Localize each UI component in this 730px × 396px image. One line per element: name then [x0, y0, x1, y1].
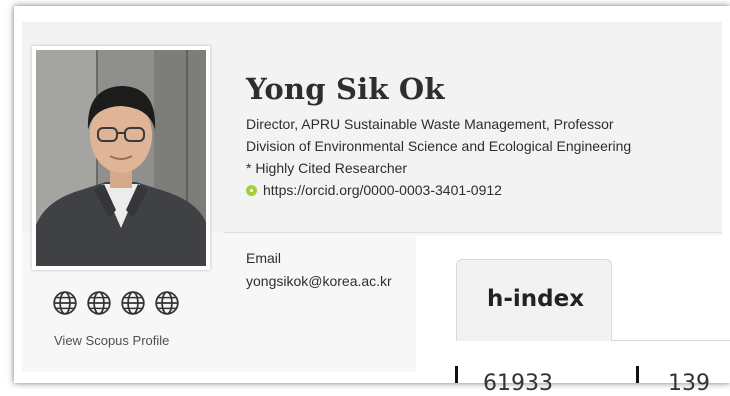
globe-icon[interactable]: [154, 290, 180, 316]
globe-icon[interactable]: [52, 290, 78, 316]
tab-underline: [612, 340, 730, 341]
profile-links: [52, 290, 180, 316]
profile-photo-image: [36, 50, 206, 266]
metric-value: 139: [668, 371, 710, 396]
tab-h-index-label: h-index: [487, 286, 585, 312]
profile-name: Yong Sik Ok: [246, 72, 445, 106]
view-scopus-profile-link[interactable]: View Scopus Profile: [54, 333, 169, 348]
email-label: Email: [246, 250, 282, 266]
globe-icon[interactable]: [86, 290, 112, 316]
metric-cell-border: [636, 366, 639, 383]
tab-h-index[interactable]: h-index: [456, 259, 612, 341]
email-address[interactable]: yongsikok@korea.ac.kr: [246, 273, 392, 289]
metric-cell-border: [455, 366, 458, 383]
profile-photo: [32, 46, 210, 270]
profile-department: Division of Environmental Science and Ec…: [246, 138, 632, 154]
orcid-url[interactable]: https://orcid.org/0000-0003-3401-0912: [263, 182, 502, 198]
section-divider: [224, 232, 722, 233]
metric-value: 61933: [483, 371, 553, 396]
orcid-icon: [246, 184, 257, 196]
profile-title: Director, APRU Sustainable Waste Managem…: [246, 116, 614, 132]
highly-cited-badge: * Highly Cited Researcher: [246, 160, 408, 176]
globe-icon[interactable]: [120, 290, 146, 316]
orcid-link[interactable]: https://orcid.org/0000-0003-3401-0912: [246, 182, 502, 198]
